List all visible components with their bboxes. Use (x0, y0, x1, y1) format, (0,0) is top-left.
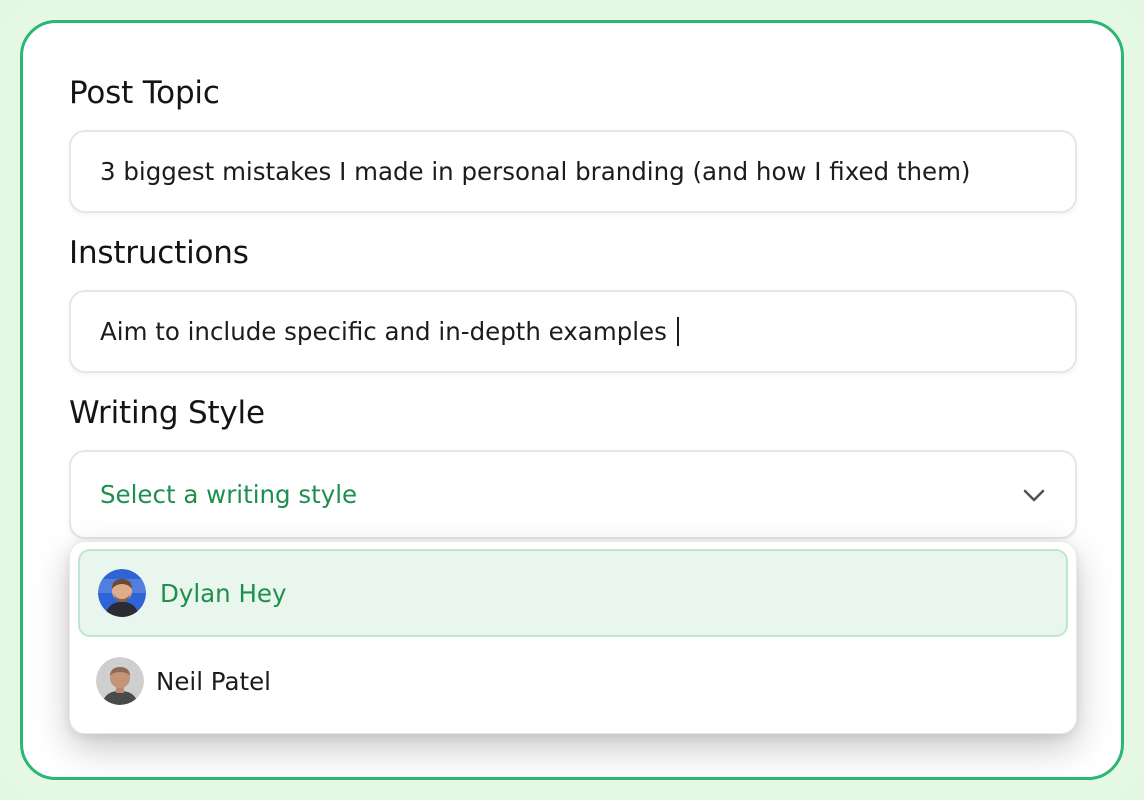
instructions-input[interactable]: Aim to include specific and in-depth exa… (69, 290, 1077, 373)
option-label: Neil Patel (156, 666, 271, 696)
option-label: Dylan Hey (160, 578, 287, 608)
post-form-card: Post Topic 3 biggest mistakes I made in … (20, 20, 1124, 780)
instructions-value: Aim to include specific and in-depth exa… (100, 317, 667, 346)
post-topic-value: 3 biggest mistakes I made in personal br… (100, 157, 971, 186)
person-avatar-icon (98, 569, 146, 617)
post-topic-input[interactable]: 3 biggest mistakes I made in personal br… (69, 130, 1077, 213)
post-topic-label: Post Topic (69, 75, 220, 111)
writing-style-label: Writing Style (69, 395, 265, 431)
writing-style-option-neil-patel[interactable]: Neil Patel (78, 637, 1068, 725)
chevron-down-icon (1023, 489, 1045, 501)
writing-style-select[interactable]: Select a writing style (69, 450, 1077, 539)
text-cursor (676, 317, 679, 346)
instructions-label: Instructions (69, 235, 249, 271)
person-avatar-icon (96, 657, 144, 705)
writing-style-placeholder: Select a writing style (100, 480, 358, 509)
writing-style-option-dylan-hey[interactable]: Dylan Hey (78, 549, 1068, 637)
writing-style-dropdown: Dylan Hey Neil Patel (69, 541, 1077, 734)
